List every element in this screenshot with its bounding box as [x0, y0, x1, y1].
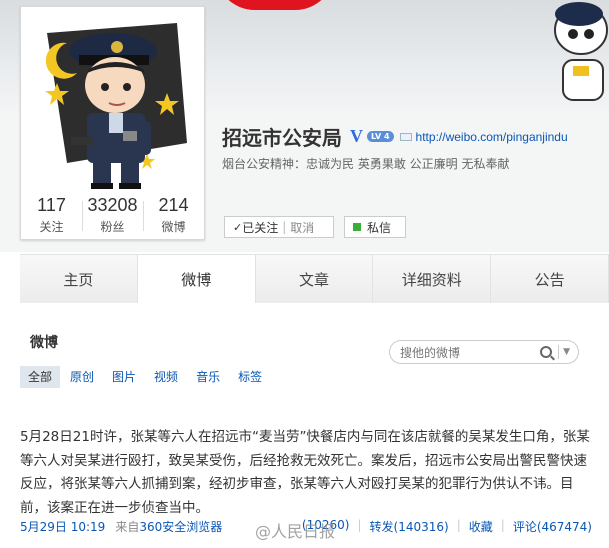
- police-cartoon-avatar-icon: [27, 13, 198, 191]
- profile-motto: 烟台公安精神：忠诚为民 英勇果敢 公正廉明 无私奉献: [222, 157, 510, 171]
- tab-articles[interactable]: 文章: [255, 255, 374, 303]
- tab-home[interactable]: 主页: [20, 255, 138, 303]
- section-title: 微博: [30, 335, 58, 351]
- stat-followers-count: 33208: [87, 195, 138, 215]
- filter-all[interactable]: 全部: [20, 366, 61, 388]
- profile-url-link[interactable]: http://weibo.com/pinganjindu: [416, 130, 568, 144]
- post-source: 来自360安全浏览器: [115, 518, 222, 535]
- post-actions: (10260) | 转发(140316) | 收藏 | 评论(467474): [302, 518, 592, 535]
- stat-following[interactable]: 117 关注: [21, 193, 82, 239]
- search-weibo-box[interactable]: 搜他的微博 ▼: [389, 340, 579, 364]
- action-divider: |: [500, 517, 505, 532]
- stat-followers-label: 粉丝: [100, 220, 125, 234]
- banner-decoration: [215, 0, 335, 10]
- message-button[interactable]: 私信: [344, 216, 406, 238]
- follow-separator: |: [282, 220, 287, 234]
- avatar[interactable]: [27, 13, 198, 191]
- avatar-card: 117 关注 33208 粉丝 214 微博: [20, 6, 205, 240]
- message-icon: [353, 223, 361, 231]
- watermark: @人民日报: [255, 522, 336, 541]
- tab-announcements[interactable]: 公告: [491, 255, 609, 303]
- stat-following-label: 关注: [39, 220, 64, 234]
- comment-button[interactable]: 评论(467474): [513, 518, 592, 535]
- followed-label: 已关注: [242, 220, 279, 235]
- feed-filter: 全部 原创 图片 视频 音乐 标签: [20, 366, 272, 388]
- stat-posts[interactable]: 214 微博: [143, 193, 204, 239]
- message-label: 私信: [367, 220, 392, 235]
- tab-weibo[interactable]: 微博: [137, 255, 256, 303]
- tab-details[interactable]: 详细资料: [373, 255, 492, 303]
- filter-videos[interactable]: 视频: [146, 366, 186, 388]
- stat-followers[interactable]: 33208 粉丝: [82, 193, 143, 239]
- post-text: 5月28日21时许，张某等六人在招远市“麦当劳”快餐店内与同在该店就餐的吴某发生…: [20, 429, 590, 516]
- repost-button[interactable]: 转发(140316): [370, 518, 449, 535]
- verified-icon[interactable]: V: [350, 126, 363, 147]
- level-badge[interactable]: LV 4: [367, 131, 394, 142]
- filter-music[interactable]: 音乐: [188, 366, 228, 388]
- search-input[interactable]: 搜他的微博: [390, 344, 540, 361]
- filter-images[interactable]: 图片: [104, 366, 144, 388]
- action-divider: |: [357, 517, 362, 532]
- unfollow-button[interactable]: 取消: [290, 219, 314, 236]
- link-icon: [399, 132, 412, 141]
- post-source-link[interactable]: 360安全浏览器: [139, 520, 222, 534]
- profile-name: 招远市公安局: [222, 126, 342, 150]
- profile-name-row: 招远市公安局 V LV 4 http://weibo.com/pinganjin…: [222, 122, 568, 151]
- stat-following-count: 117: [37, 195, 66, 215]
- check-icon: ✓: [233, 220, 243, 234]
- stat-posts-label: 微博: [161, 220, 186, 234]
- banner-mascot-image: [554, 2, 608, 101]
- stat-posts-count: 214: [158, 195, 189, 215]
- post-time-link[interactable]: 5月29日 10:19: [20, 518, 105, 535]
- action-divider: |: [456, 517, 461, 532]
- search-divider: [558, 345, 560, 359]
- filter-original[interactable]: 原创: [62, 366, 102, 388]
- filter-tags[interactable]: 标签: [230, 366, 270, 388]
- chevron-down-icon[interactable]: ▼: [563, 347, 570, 357]
- profile-tabs: 主页 微博 文章 详细资料 公告: [20, 254, 609, 303]
- follow-button[interactable]: ✓ 已关注 | 取消: [224, 216, 334, 238]
- profile-stats: 117 关注 33208 粉丝 214 微博: [21, 193, 204, 239]
- search-icon[interactable]: [540, 346, 553, 358]
- favorite-button[interactable]: 收藏: [469, 518, 493, 535]
- post-source-prefix: 来自: [115, 519, 140, 534]
